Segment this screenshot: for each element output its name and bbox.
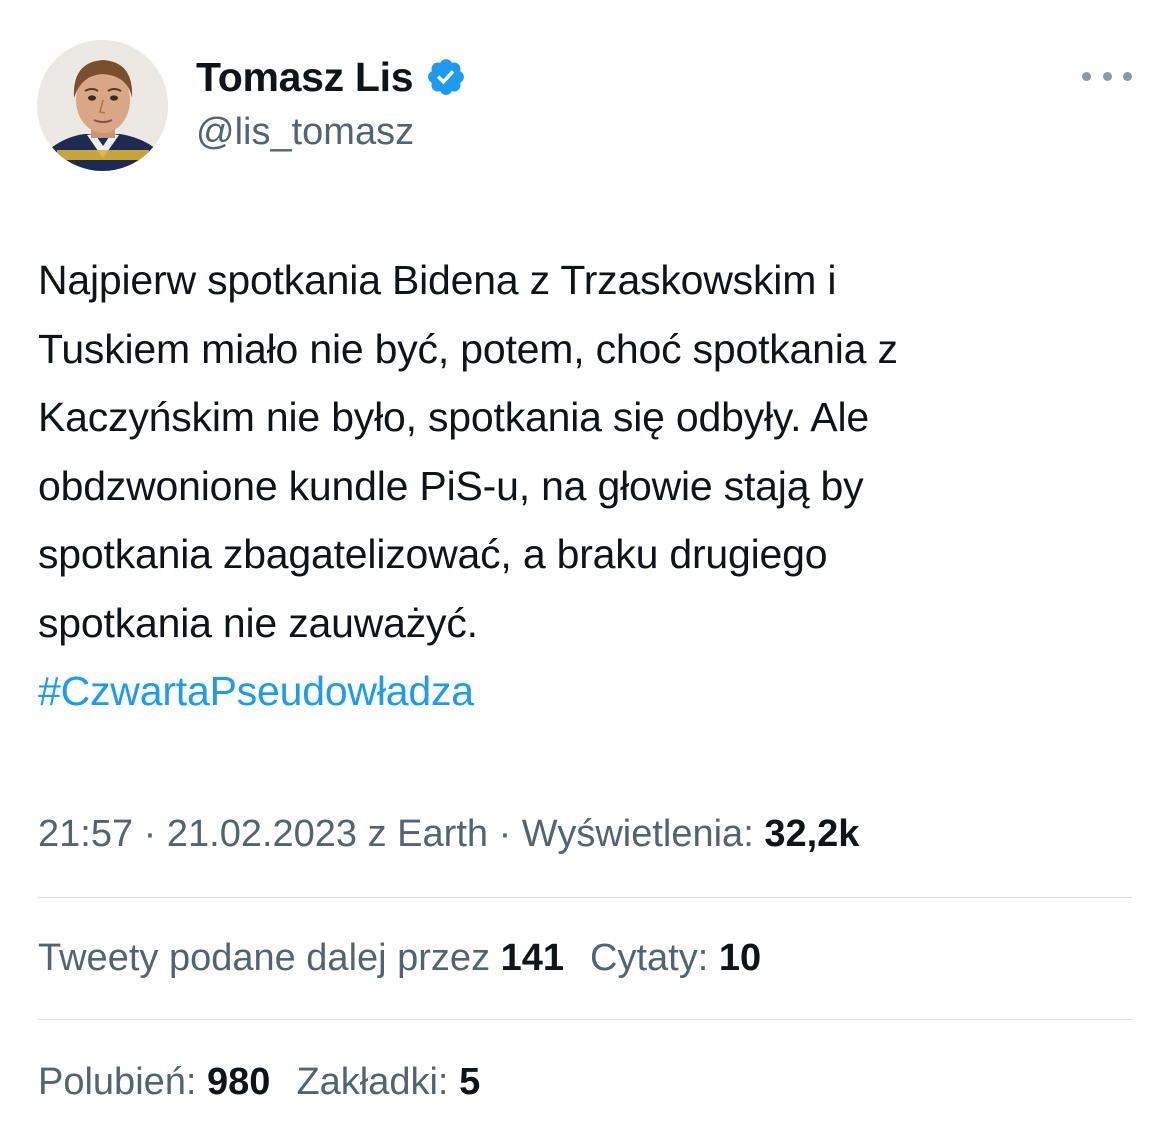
tweet-line: obdzwonione kundle PiS-u, na głowie staj…	[38, 462, 864, 509]
avatar-photo	[37, 40, 168, 171]
tweet-line: spotkania nie zauważyć.	[38, 599, 478, 646]
retweets-label: Tweety podane dalej przez	[38, 937, 491, 979]
avatar-watermark-band	[57, 150, 149, 160]
likes-label: Polubień:	[38, 1061, 197, 1103]
stats-row-engagement: Tweety podane dalej przez 141 Cytaty: 10	[38, 930, 761, 986]
more-dot	[1102, 71, 1112, 81]
meta-separator: ·	[488, 813, 522, 855]
verified-badge-icon	[425, 56, 467, 98]
more-options-icon[interactable]	[1082, 58, 1132, 94]
stats-row-likes: Polubień: 980 Zakładki: 5	[38, 1054, 480, 1110]
tweet-source: z Earth	[367, 813, 489, 855]
hashtag-link[interactable]: #CzwartaPseudowładza	[38, 657, 1148, 726]
bookmarks-link[interactable]: Zakładki: 5	[296, 1061, 480, 1103]
divider	[38, 897, 1132, 898]
tweet-line: spotkania zbagatelizować, a braku drugie…	[38, 531, 828, 577]
author-name-text: Tomasz Lis	[196, 54, 414, 100]
retweets-link[interactable]: Tweety podane dalej przez 141	[38, 937, 564, 979]
tweet-text: Najpierw spotkania Bidena z Trzaskowskim…	[38, 246, 1148, 726]
quotes-link[interactable]: Cytaty: 10	[590, 937, 761, 979]
tweet-line: Tuskiem miało nie być, potem, choć spotk…	[38, 325, 898, 372]
likes-count: 980	[207, 1061, 271, 1103]
more-dot	[1123, 71, 1132, 81]
bookmarks-count: 5	[459, 1061, 481, 1103]
tweet-meta: 21:57 · 21.02.2023 z Earth · Wyświetleni…	[38, 806, 859, 862]
author-handle[interactable]: @lis_tomasz	[196, 108, 414, 156]
tweet-time[interactable]: 21:57	[38, 813, 133, 855]
divider	[38, 1019, 1132, 1020]
bookmarks-label: Zakładki:	[296, 1061, 449, 1103]
likes-link[interactable]: Polubień: 980	[38, 1061, 270, 1103]
author-display-name[interactable]: Tomasz Lis	[196, 52, 467, 102]
quotes-label: Cytaty:	[590, 937, 709, 979]
views-label: Wyświetlenia:	[521, 813, 754, 855]
retweets-count: 141	[500, 937, 565, 979]
quotes-count: 10	[718, 937, 762, 979]
meta-separator: ·	[133, 813, 167, 855]
tweet-date[interactable]: 21.02.2023	[167, 813, 357, 855]
tweet-line: Kaczyńskim nie było, spotkania się odbył…	[38, 394, 869, 440]
tweet-line: Najpierw spotkania Bidena z Trzaskowskim…	[38, 257, 837, 303]
more-dot	[1082, 71, 1091, 81]
views-count: 32,2k	[764, 813, 860, 855]
avatar[interactable]	[37, 40, 168, 171]
